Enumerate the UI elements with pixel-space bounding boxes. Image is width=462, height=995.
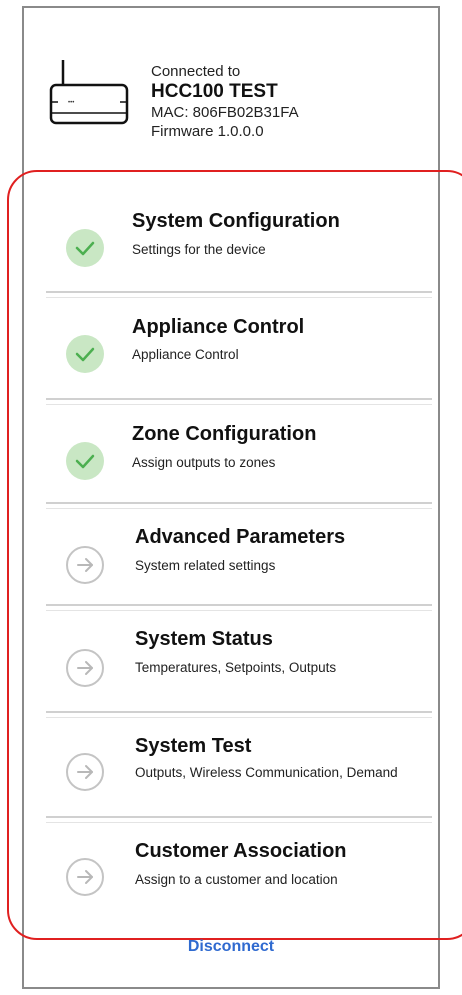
connected-label: Connected to — [151, 63, 241, 80]
menu-item-subtitle: Appliance Control — [132, 347, 239, 362]
check-icon — [66, 229, 104, 267]
menu-item-customer-association[interactable]: Customer Association Assign to a custome… — [46, 836, 432, 926]
menu-item-subtitle: System related settings — [135, 558, 276, 573]
check-icon — [66, 442, 104, 480]
menu-item-advanced-parameters[interactable]: Advanced Parameters System related setti… — [46, 522, 432, 612]
divider — [46, 502, 432, 509]
menu-item-appliance-control[interactable]: Appliance Control Appliance Control — [46, 310, 432, 400]
menu-item-title: System Test — [135, 735, 252, 757]
device-info: Connected to HCC100 TEST MAC: 806FB02B31… — [151, 62, 299, 141]
menu-item-subtitle: Assign to a customer and location — [135, 872, 338, 887]
menu-item-title: Advanced Parameters — [135, 526, 346, 548]
menu-item-subtitle: Temperatures, Setpoints, Outputs — [135, 660, 337, 675]
device-name: HCC100 TEST — [151, 81, 278, 102]
menu-item-title: System Status — [135, 628, 273, 650]
svg-text:•••: ••• — [68, 100, 74, 106]
arrow-right-icon — [66, 858, 104, 896]
divider — [46, 816, 432, 823]
menu-item-subtitle: Outputs, Wireless Communication, Demand — [135, 765, 398, 780]
menu-item-system-configuration[interactable]: System Configuration Settings for the de… — [46, 205, 432, 295]
device-mac: MAC: 806FB02B31FA — [151, 104, 299, 121]
arrow-right-icon — [66, 546, 104, 584]
menu-item-subtitle: Assign outputs to zones — [132, 455, 276, 470]
arrow-right-icon — [66, 753, 104, 791]
divider — [46, 398, 432, 405]
menu-item-title: Customer Association — [135, 840, 347, 862]
divider — [46, 291, 432, 298]
menu-item-title: System Configuration — [132, 210, 340, 232]
divider — [46, 711, 432, 718]
gateway-device-icon: ••• — [49, 60, 129, 125]
divider — [46, 604, 432, 611]
menu-item-zone-configuration[interactable]: Zone Configuration Assign outputs to zon… — [46, 418, 432, 508]
arrow-right-icon — [66, 649, 104, 687]
menu-item-title: Zone Configuration — [132, 423, 317, 445]
menu-item-system-status[interactable]: System Status Temperatures, Setpoints, O… — [46, 624, 432, 714]
check-icon — [66, 335, 104, 373]
menu-item-system-test[interactable]: System Test Outputs, Wireless Communicat… — [46, 730, 432, 820]
disconnect-button[interactable]: Disconnect — [0, 938, 462, 956]
device-firmware: Firmware 1.0.0.0 — [151, 123, 264, 140]
menu-item-title: Appliance Control — [132, 316, 305, 338]
menu-item-subtitle: Settings for the device — [132, 242, 266, 257]
